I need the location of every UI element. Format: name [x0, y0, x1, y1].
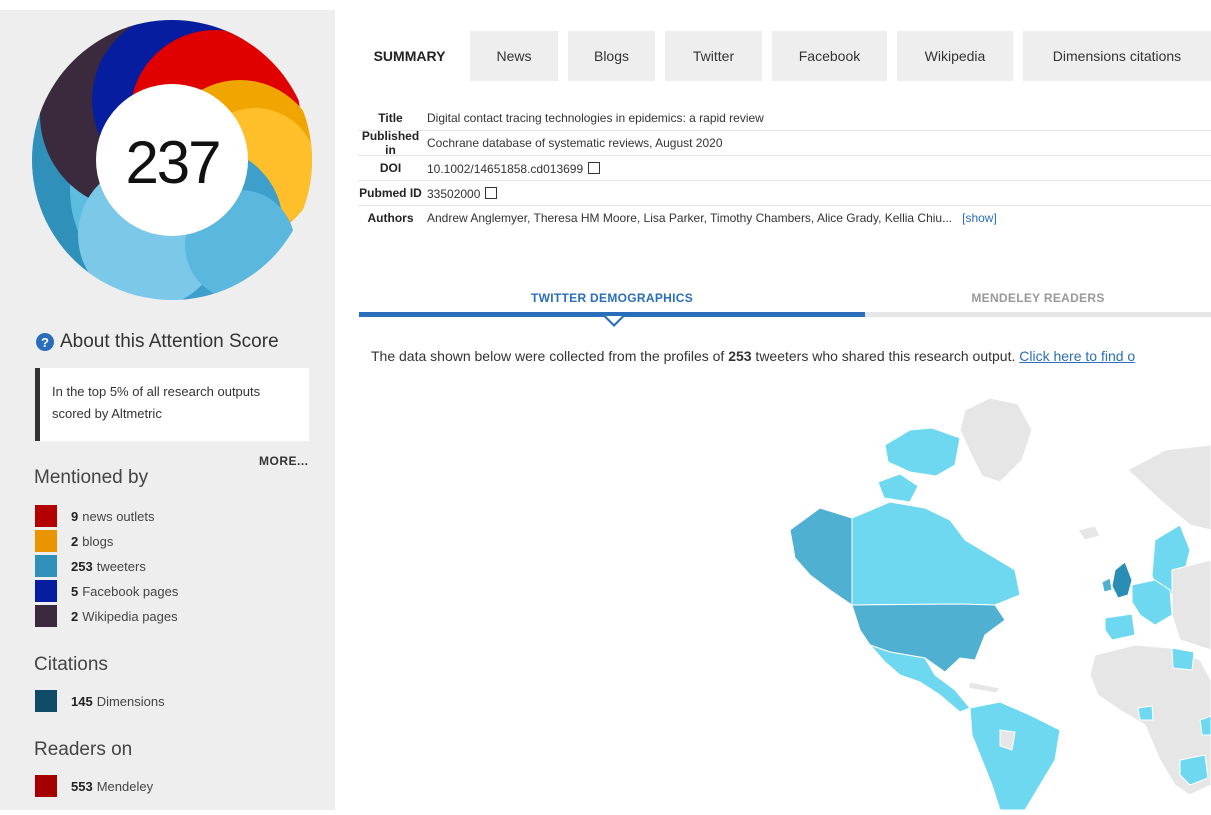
tweeters-label: tweeters [96, 558, 146, 574]
mendeley-swatch [35, 775, 57, 797]
mendeley-label: Mendeley [96, 778, 154, 794]
map-western-europe [1131, 579, 1173, 626]
find-out-more-link[interactable]: Click here to find o [1019, 348, 1135, 364]
dimensions-label: Dimensions [96, 693, 165, 709]
citation-dimensions[interactable]: 145 Dimensions [35, 690, 165, 712]
doi-link[interactable]: 10.1002/14651858.cd013699 [423, 161, 601, 176]
about-score-link[interactable]: ? About this Attention Score [36, 331, 279, 353]
tab-dimensions-citations[interactable]: Dimensions citations [1023, 31, 1211, 81]
tab-news[interactable]: News [470, 31, 558, 81]
attention-score: 237 [125, 129, 221, 196]
wikipedia-swatch [35, 605, 57, 627]
news-label: news outlets [82, 508, 155, 524]
article-title: Digital contact tracing technologies in … [427, 111, 764, 125]
mention-facebook[interactable]: 5 Facebook pages [35, 580, 178, 602]
tab-facebook[interactable]: Facebook [772, 31, 887, 81]
tweeters-count: 253 [71, 558, 93, 574]
desc-prefix: The data shown below were collected from… [371, 348, 729, 364]
facebook-swatch [35, 580, 57, 602]
tweeters-swatch [35, 555, 57, 577]
demographics-description: The data shown below were collected from… [371, 348, 1211, 364]
ranking-text: In the top 5% of all research outputs sc… [52, 384, 261, 421]
dimensions-swatch [35, 690, 57, 712]
title-key: Title [378, 111, 403, 125]
pubmed-link[interactable]: 33502000 [423, 186, 498, 201]
tab-wikipedia[interactable]: Wikipedia [897, 31, 1013, 81]
mention-wikipedia[interactable]: 2 Wikipedia pages [35, 605, 178, 627]
reader-mendeley[interactable]: 553 Mendeley [35, 775, 153, 797]
external-link-icon [588, 161, 601, 174]
facebook-label: Facebook pages [82, 583, 179, 599]
news-count: 9 [71, 508, 79, 524]
map-caribbean [967, 681, 1001, 694]
pubmed-row: Pubmed ID 33502000 [358, 181, 1211, 206]
map-greenland [959, 397, 1033, 483]
show-authors-link[interactable]: [show] [962, 211, 997, 225]
map-canada [851, 501, 1021, 606]
authors-row: Authors Andrew Anglemyer, Theresa HM Moo… [358, 206, 1211, 230]
more-link[interactable]: MORE... [259, 454, 309, 468]
map-arctic-islands [884, 427, 961, 477]
title-row: Title Digital contact tracing technologi… [358, 106, 1211, 131]
mendeley-count: 553 [71, 778, 93, 794]
citations-heading: Citations [34, 654, 108, 675]
map-eastern-europe [1171, 559, 1211, 651]
map-baffin [877, 473, 919, 503]
mentioned-by-heading: Mentioned by [34, 467, 149, 488]
doi-value: 10.1002/14651858.cd013699 [427, 161, 584, 176]
map-europe-north [1127, 444, 1211, 531]
map-south-america [969, 701, 1061, 811]
authors-value: Andrew Anglemyer, Theresa HM Moore, Lisa… [427, 211, 953, 225]
tab-bar: SUMMARY News Blogs Twitter Facebook Wiki… [335, 31, 1211, 81]
wikipedia-count: 2 [71, 608, 79, 624]
altmetric-donut[interactable]: 237 [30, 20, 315, 305]
tab-blogs[interactable]: Blogs [568, 31, 655, 81]
facebook-count: 5 [71, 583, 79, 599]
caret-inner [606, 316, 622, 324]
ranking-box: In the top 5% of all research outputs sc… [35, 368, 309, 441]
tab-summary[interactable]: SUMMARY [359, 31, 460, 81]
top-strip [0, 0, 1211, 10]
question-icon: ? [36, 333, 54, 351]
readers-heading: Readers on [34, 739, 133, 760]
map-west-africa [1137, 705, 1154, 721]
tab-twitter[interactable]: Twitter [665, 31, 762, 81]
article-details: Title Digital contact tracing technologi… [358, 106, 1211, 230]
map-iberia [1104, 613, 1136, 641]
mention-tweeters[interactable]: 253 tweeters [35, 555, 146, 577]
inactive-tab-underline [865, 312, 1211, 317]
doi-row: DOI 10.1002/14651858.cd013699 [358, 156, 1211, 181]
twitter-demographics-map[interactable] [760, 390, 1211, 811]
mention-news[interactable]: 9 news outlets [35, 505, 155, 527]
external-link-icon [485, 186, 498, 199]
blogs-count: 2 [71, 533, 79, 549]
desc-suffix: tweeters who shared this research output… [751, 348, 1020, 364]
map-egypt [1171, 647, 1195, 671]
desc-count: 253 [728, 348, 752, 364]
blogs-swatch [35, 530, 57, 552]
about-score-label: About this Attention Score [60, 331, 279, 352]
news-swatch [35, 505, 57, 527]
pubmed-key: Pubmed ID [359, 186, 422, 200]
tab-mendeley-readers[interactable]: MENDELEY READERS [865, 280, 1211, 316]
map-uk [1111, 561, 1133, 599]
blogs-label: blogs [82, 533, 114, 549]
published-in: Cochrane database of systematic reviews,… [427, 136, 723, 150]
map-ireland [1101, 577, 1113, 593]
world-map-graphic [789, 397, 1211, 811]
published-key: Published in [361, 129, 420, 157]
doi-key: DOI [379, 161, 402, 175]
pubmed-value: 33502000 [427, 186, 481, 201]
map-alaska [789, 507, 853, 606]
map-sa-grey [999, 729, 1016, 751]
authors-key: Authors [367, 211, 414, 225]
mention-blogs[interactable]: 2 blogs [35, 530, 113, 552]
dimensions-count: 145 [71, 693, 93, 709]
map-iceland [1077, 525, 1101, 541]
published-row: Published in Cochrane database of system… [358, 129, 1211, 157]
wikipedia-label: Wikipedia pages [82, 608, 178, 624]
map-usa [851, 603, 1006, 673]
tab-twitter-demographics[interactable]: TWITTER DEMOGRAPHICS [359, 280, 865, 316]
